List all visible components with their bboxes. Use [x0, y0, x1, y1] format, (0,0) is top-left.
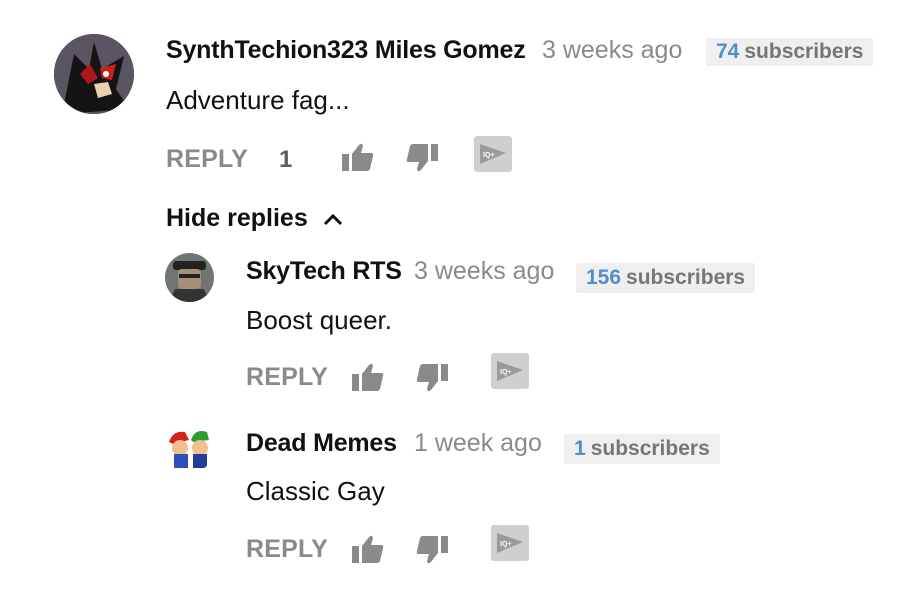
subscriber-count: 1: [574, 437, 586, 460]
reply-author[interactable]: Dead Memes: [246, 429, 397, 458]
reply-button[interactable]: REPLY: [246, 535, 328, 564]
chevron-up-icon: [323, 214, 342, 226]
thumbs-down-icon[interactable]: [416, 364, 448, 394]
subscriber-label: subscribers: [626, 266, 746, 289]
thumbs-down-icon[interactable]: [406, 144, 438, 174]
play-flag-icon[interactable]: IQ+: [491, 353, 529, 389]
thumbs-down-icon[interactable]: [416, 536, 448, 566]
comment-text: Adventure fag...: [166, 85, 350, 115]
svg-text:IQ+: IQ+: [500, 541, 511, 548]
play-flag-icon[interactable]: IQ+: [474, 136, 512, 172]
svg-text:IQ+: IQ+: [483, 152, 494, 159]
subscriber-badge: 1 subscribers: [564, 434, 720, 464]
svg-text:IQ+: IQ+: [500, 369, 511, 376]
reply-text: Boost queer.: [246, 305, 392, 335]
play-flag-icon[interactable]: IQ+: [491, 525, 529, 561]
like-count: 1: [279, 146, 293, 173]
comment-author[interactable]: SynthTechion323 Miles Gomez: [166, 36, 526, 65]
avatar[interactable]: [54, 34, 134, 114]
thumbs-up-icon[interactable]: [342, 142, 374, 172]
hide-replies-button[interactable]: Hide replies: [166, 204, 343, 233]
reply-avatar-image: [165, 253, 214, 302]
comment-time[interactable]: 3 weeks ago: [542, 36, 682, 65]
subscriber-badge: 156 subscribers: [576, 263, 756, 293]
reply-author[interactable]: SkyTech RTS: [246, 257, 402, 286]
reply-time[interactable]: 3 weeks ago: [414, 257, 554, 286]
hide-replies-label: Hide replies: [166, 204, 308, 232]
avatar-image: [54, 34, 134, 114]
reply-button[interactable]: REPLY: [166, 145, 248, 174]
subscriber-count: 74: [716, 40, 740, 63]
subscriber-badge: 74 subscribers: [706, 38, 874, 66]
reply-text: Classic Gay: [246, 476, 385, 506]
subscriber-count: 156: [586, 266, 622, 289]
thumbs-up-icon[interactable]: [352, 362, 384, 392]
reply-avatar[interactable]: [165, 253, 214, 302]
reply-button[interactable]: REPLY: [246, 363, 328, 392]
reply-avatar-image: [165, 424, 214, 473]
subscriber-label: subscribers: [590, 437, 710, 460]
thumbs-up-icon[interactable]: [352, 534, 384, 564]
reply-time[interactable]: 1 week ago: [414, 429, 542, 458]
reply-avatar[interactable]: [165, 424, 214, 473]
subscriber-label: subscribers: [744, 40, 864, 63]
